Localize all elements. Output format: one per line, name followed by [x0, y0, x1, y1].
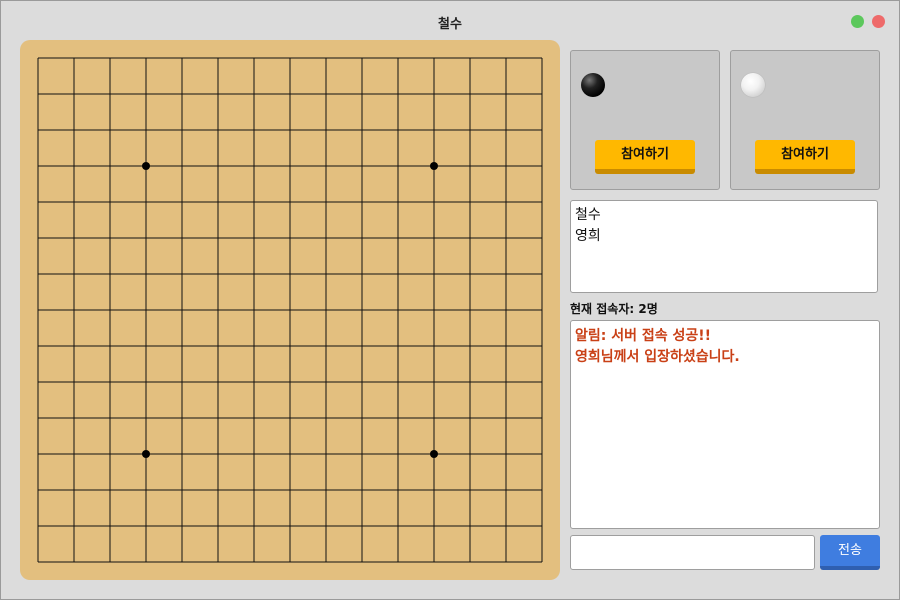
white-player-panel: 참여하기: [730, 50, 880, 190]
maximize-button[interactable]: [851, 15, 864, 28]
join-white-button[interactable]: 참여하기: [755, 140, 855, 174]
white-stone-icon: [741, 73, 765, 97]
close-button[interactable]: [872, 15, 885, 28]
user-list[interactable]: 철수 영희: [570, 200, 878, 293]
star-point: [142, 162, 150, 170]
window-title: 철수: [438, 17, 462, 32]
go-board[interactable]: [20, 40, 560, 580]
star-point: [430, 450, 438, 458]
join-black-button[interactable]: 참여하기: [595, 140, 695, 174]
black-stone-icon: [581, 73, 605, 97]
user-list-item: 철수: [575, 207, 601, 223]
user-list-item: 영희: [575, 228, 601, 244]
chat-input[interactable]: [570, 535, 815, 570]
send-button[interactable]: 전송: [820, 535, 880, 570]
chat-message: 영희님께서 입장하셨습니다.: [575, 349, 740, 365]
black-player-panel: 참여하기: [570, 50, 720, 190]
board-grid[interactable]: [20, 40, 560, 580]
chat-log[interactable]: 알림: 서버 접속 성공!! 영희님께서 입장하셨습니다.: [570, 320, 880, 529]
connection-count: 현재 접속자: 2명: [570, 302, 658, 316]
title-bar: 철수: [1, 1, 899, 41]
chat-message: 알림: 서버 접속 성공!!: [575, 328, 712, 344]
star-point: [142, 450, 150, 458]
star-point: [430, 162, 438, 170]
